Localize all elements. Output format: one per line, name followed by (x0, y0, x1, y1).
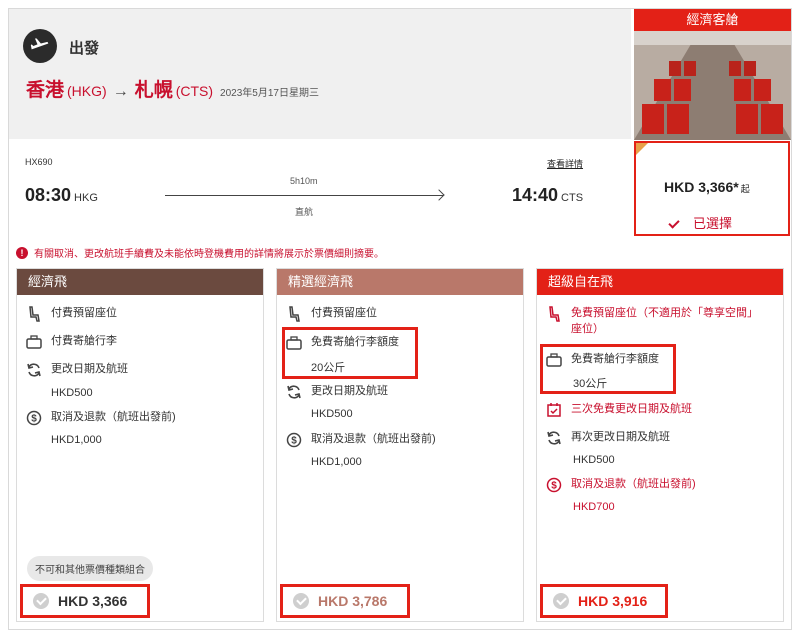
fare-column-select-economy[interactable]: 精選經濟飛 付費預留座位 免費寄艙行李額度 20公斤 更改日期及航班 HKD50… (276, 268, 524, 622)
feature-change: 更改日期及航班 (285, 383, 388, 401)
suitcase-icon (25, 333, 43, 351)
flight-number: HX690 (25, 157, 53, 167)
fare-price-select-economy[interactable]: HKD 3,786 (280, 584, 410, 618)
fare-column-economy[interactable]: 經濟飛 付費預留座位 付費寄艙行李 更改日期及航班 HKD500 $ 取消及退款… (16, 268, 264, 622)
combine-note: 不可和其他票價種類組合 (27, 556, 153, 581)
selected-status: 已選擇 (668, 213, 732, 232)
dollar-refund-icon: $ (25, 409, 43, 427)
svg-text:$: $ (551, 481, 557, 492)
fare-price-super-flex[interactable]: HKD 3,916 (540, 584, 668, 618)
feature-baggage: 付費寄艙行李 (25, 333, 117, 351)
flight-line (165, 195, 443, 196)
change-fee: HKD500 (311, 408, 353, 420)
cabin-seats-illustration (634, 31, 791, 140)
origin-code: (HKG) (67, 83, 107, 99)
refresh-icon (25, 361, 43, 379)
feature-refund: $ 取消及退款（航班出發前) (25, 409, 176, 427)
svg-text:$: $ (31, 414, 37, 425)
check-circle-icon (33, 593, 49, 609)
feature-seat: 免費預留座位（不適用於「尊享空間」 座位） (545, 305, 758, 337)
check-circle-icon (553, 593, 569, 609)
corner-flag (636, 143, 648, 155)
route: 香港 (HKG) → 札幌 (CTS) 2023年5月17日星期三 (26, 75, 319, 102)
origin-city: 香港 (26, 80, 65, 101)
feature-change: 再次更改日期及航班 (545, 429, 670, 447)
change-fee: HKD500 (51, 387, 93, 399)
highlight-baggage-30kg (540, 344, 676, 394)
refund-fee: HKD700 (573, 501, 615, 513)
check-icon (668, 216, 680, 229)
seat-icon (545, 305, 563, 323)
dest-code: (CTS) (175, 83, 214, 99)
svg-text:$: $ (291, 436, 297, 447)
feature-refund: $ 取消及退款（航班出發前) (545, 476, 696, 494)
seat-icon (285, 305, 303, 323)
dest-city: 札幌 (134, 80, 173, 101)
fare-price-economy[interactable]: HKD 3,366 (20, 584, 150, 618)
flight-duration: 5h10m (290, 176, 318, 186)
arrival-time: 14:40 CTS (512, 185, 584, 205)
feature-refund: $ 取消及退款（航班出發前) (285, 431, 436, 449)
route-arrow: → (112, 83, 129, 100)
airplane-icon (23, 29, 57, 63)
refresh-icon (285, 383, 303, 401)
view-details-link[interactable]: 查看詳情 (547, 157, 583, 170)
dollar-refund-icon: $ (545, 476, 563, 494)
fare-name: 經濟飛 (17, 269, 263, 295)
seat-icon (25, 305, 43, 323)
cabin-select-box[interactable]: HKD 3,366* 起 已選擇 (634, 141, 790, 236)
depart-label: 出發 (69, 40, 100, 57)
calendar-check-icon (545, 401, 563, 419)
cabin-image: 經濟客艙 (634, 9, 791, 140)
fare-column-super-flex[interactable]: 超級自在飛 免費預留座位（不適用於「尊享空間」 座位） 免費寄艙行李額度 30公斤… (536, 268, 784, 622)
departure-time: 08:30 HKG (25, 185, 98, 205)
highlight-baggage-20kg (282, 327, 418, 379)
refund-fee: HKD1,000 (311, 456, 362, 468)
feature-seat: 付費預留座位 (25, 305, 117, 323)
alert-icon: ! (16, 246, 28, 259)
flight-stops: 直航 (295, 207, 314, 217)
fare-name: 精選經濟飛 (277, 269, 523, 295)
refund-fee: HKD1,000 (51, 434, 102, 446)
refresh-icon (545, 429, 563, 447)
fee-notice: ! 有關取消、更改航班手續費及未能依時登機費用的詳情將展示於票價細則摘要。 (16, 245, 384, 260)
check-circle-icon (293, 593, 309, 609)
feature-free-change: 三次免費更改日期及航班 (545, 401, 692, 419)
flight-date: 2023年5月17日星期三 (220, 88, 319, 99)
dollar-refund-icon: $ (285, 431, 303, 449)
cabin-price: HKD 3,366* 起 (664, 179, 750, 195)
fare-name: 超級自在飛 (537, 269, 783, 295)
feature-change: 更改日期及航班 (25, 361, 128, 379)
change-fee: HKD500 (573, 454, 615, 466)
flight-header: 出發 香港 (HKG) → 札幌 (CTS) 2023年5月17日星期三 (9, 9, 631, 139)
feature-seat: 付費預留座位 (285, 305, 377, 323)
